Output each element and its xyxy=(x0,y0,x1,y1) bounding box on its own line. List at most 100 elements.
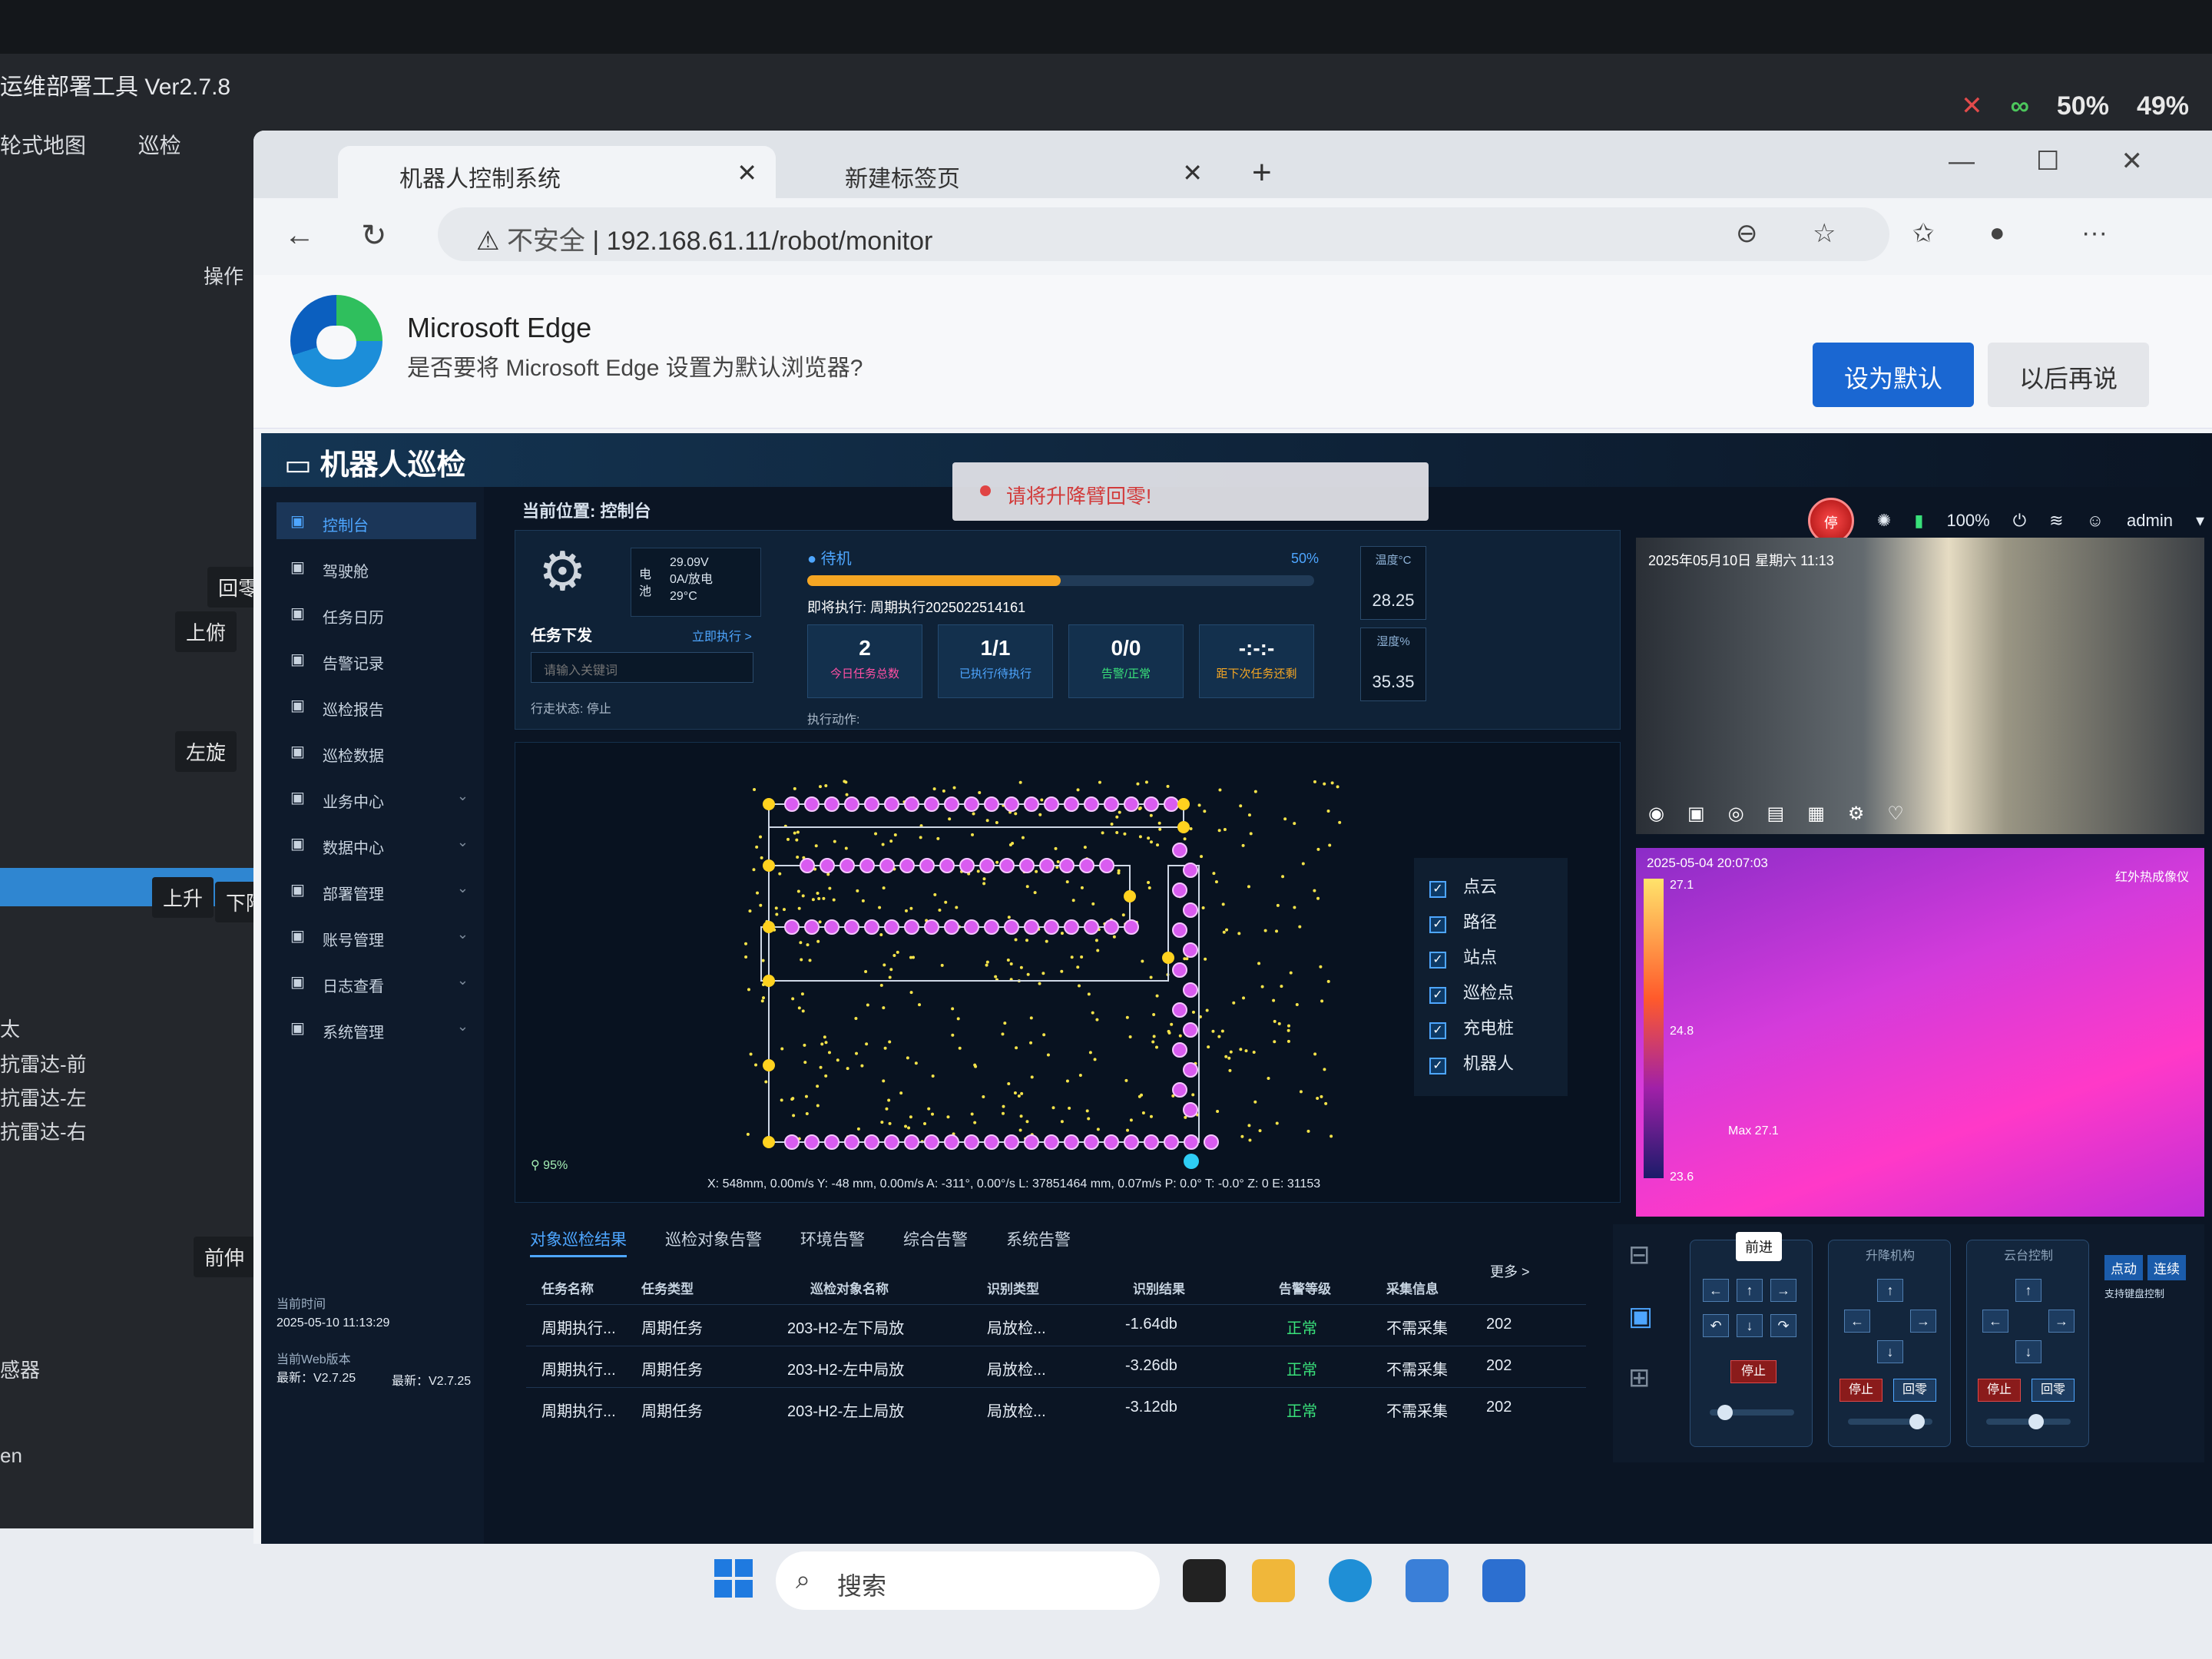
later-button[interactable]: 以后再说 xyxy=(1988,343,2149,407)
sidebar-item[interactable]: ▣ 巡检报告 xyxy=(276,687,476,724)
file-explorer-icon[interactable] xyxy=(1252,1559,1295,1602)
inspection-point[interactable] xyxy=(1144,796,1159,812)
chevron-down-icon[interactable]: ▾ xyxy=(2196,511,2204,531)
slider-knob[interactable] xyxy=(2028,1414,2044,1429)
inspection-point[interactable] xyxy=(899,858,915,873)
inspection-point[interactable] xyxy=(1104,796,1119,812)
inspection-point[interactable] xyxy=(1183,942,1198,958)
legend-checkbox[interactable]: ✓ xyxy=(1429,952,1446,969)
tilt-up-button-bg[interactable]: 上俯 xyxy=(175,611,237,652)
window-controls[interactable]: —☐✕ xyxy=(1949,146,2204,177)
inspection-point[interactable] xyxy=(1064,1134,1079,1150)
table-row[interactable]: 周期执行... 周期任务 203-H2-左下局放 局放检... -1.64db 正常 不需采… xyxy=(526,1304,1586,1344)
inspection-point[interactable] xyxy=(1044,1134,1059,1150)
station-point[interactable] xyxy=(763,975,775,987)
inspection-point[interactable] xyxy=(1183,982,1198,998)
inspection-point[interactable] xyxy=(804,1134,820,1150)
inspection-point[interactable] xyxy=(979,858,995,873)
inspection-point[interactable] xyxy=(939,858,955,873)
refresh-icon[interactable]: ↻ xyxy=(361,218,387,253)
inspection-point[interactable] xyxy=(944,1134,959,1150)
inspection-point[interactable] xyxy=(1059,858,1075,873)
ptz-right-arrow[interactable]: → xyxy=(2048,1310,2075,1333)
inspection-point[interactable] xyxy=(1019,858,1035,873)
close-tab-icon[interactable]: ✕ xyxy=(1182,158,1203,187)
inspection-point[interactable] xyxy=(964,796,979,812)
inspection-point[interactable] xyxy=(1024,919,1039,935)
lift-left-arrow[interactable]: ← xyxy=(1844,1310,1870,1333)
inspection-point[interactable] xyxy=(1124,796,1139,812)
station-point[interactable] xyxy=(763,921,775,933)
ptz-zero-button[interactable]: 回零 xyxy=(2032,1379,2075,1402)
inspection-point[interactable] xyxy=(924,796,939,812)
nav-map[interactable]: 轮式地图 xyxy=(0,134,86,157)
inspection-point[interactable] xyxy=(1164,1134,1179,1150)
inspection-point[interactable] xyxy=(904,919,919,935)
inspection-point[interactable] xyxy=(1024,796,1039,812)
set-default-button[interactable]: 设为默认 xyxy=(1813,343,1974,407)
monitor-icon[interactable]: ▣ xyxy=(1628,1301,1653,1332)
inspection-point[interactable] xyxy=(1099,858,1114,873)
inspection-point[interactable] xyxy=(1004,796,1019,812)
inspection-point[interactable] xyxy=(844,919,859,935)
lift-down-arrow[interactable]: ↓ xyxy=(1877,1340,1903,1363)
inspection-point[interactable] xyxy=(1204,1134,1219,1150)
sidebar-item[interactable]: ▣ 数据中心 ⌄ xyxy=(276,825,476,862)
legend-item[interactable]: ✓ 点云 xyxy=(1429,873,1497,898)
inspection-point[interactable] xyxy=(1183,1022,1198,1038)
inspection-point[interactable] xyxy=(879,858,895,873)
inspection-point[interactable] xyxy=(1183,902,1198,918)
inspection-point[interactable] xyxy=(964,1134,979,1150)
inspection-point[interactable] xyxy=(1144,1134,1159,1150)
sidebar-item[interactable]: ▣ 日志查看 ⌄ xyxy=(276,963,476,1000)
inspection-point[interactable] xyxy=(1184,1134,1199,1150)
emergency-stop-button[interactable]: 停 xyxy=(1807,498,1854,544)
inspection-point[interactable] xyxy=(1183,1102,1198,1118)
raise-button-bg[interactable]: 上升 xyxy=(152,877,214,918)
inspection-point[interactable] xyxy=(1172,922,1187,938)
inspection-point[interactable] xyxy=(1183,1062,1198,1078)
tab-2[interactable]: 环境告警 xyxy=(800,1231,865,1249)
station-point[interactable] xyxy=(763,1059,775,1071)
inspection-point[interactable] xyxy=(800,858,815,873)
app2-taskbar-icon[interactable] xyxy=(1482,1559,1525,1602)
inspection-point[interactable] xyxy=(884,796,899,812)
inspection-point[interactable] xyxy=(1172,882,1187,898)
inspection-point[interactable] xyxy=(1004,919,1019,935)
inspection-point[interactable] xyxy=(1124,1134,1139,1150)
legend-checkbox[interactable]: ✓ xyxy=(1429,987,1446,1004)
nav-patrol[interactable]: 巡检 xyxy=(138,134,181,157)
inspection-point[interactable] xyxy=(924,919,939,935)
inspection-point[interactable] xyxy=(804,796,820,812)
inspection-point[interactable] xyxy=(884,919,899,935)
inspection-point[interactable] xyxy=(1084,1134,1099,1150)
tab-3[interactable]: 综合告警 xyxy=(903,1231,968,1249)
slider-knob[interactable] xyxy=(1717,1405,1733,1420)
inspection-point[interactable] xyxy=(1024,1134,1039,1150)
station-point[interactable] xyxy=(763,1136,775,1148)
station-point[interactable] xyxy=(763,859,775,872)
inspection-point[interactable] xyxy=(1044,919,1059,935)
joystick-icon[interactable]: ⊞ xyxy=(1628,1363,1651,1393)
inspection-point[interactable] xyxy=(839,858,855,873)
sidebar-item[interactable]: ▣ 驾驶舱 xyxy=(276,548,476,585)
inspection-point[interactable] xyxy=(804,919,820,935)
station-point[interactable] xyxy=(1162,952,1174,964)
legend-item[interactable]: ✓ 充电桩 xyxy=(1429,1015,1514,1039)
inspection-point[interactable] xyxy=(1172,843,1187,858)
station-point[interactable] xyxy=(763,798,775,810)
inspection-point[interactable] xyxy=(1124,919,1139,935)
inspection-point[interactable] xyxy=(999,858,1015,873)
inspection-point[interactable] xyxy=(984,796,999,812)
inspection-point[interactable] xyxy=(1039,858,1055,873)
legend-checkbox[interactable]: ✓ xyxy=(1429,1058,1446,1075)
favorite-star-icon[interactable]: ☆ xyxy=(1813,218,1836,249)
more-icon[interactable]: ··· xyxy=(2081,218,2108,248)
tab-4[interactable]: 系统告警 xyxy=(1006,1231,1071,1249)
tab-new[interactable]: 新建标签页 ✕ xyxy=(783,146,1221,198)
ptz-slider[interactable] xyxy=(1986,1414,2071,1429)
point-mode-toggle[interactable]: 点动 连续 xyxy=(2104,1255,2190,1280)
inspection-point[interactable] xyxy=(784,919,800,935)
url-input[interactable]: ⚠ 不安全 | 192.168.61.11/robot/monitor xyxy=(438,207,1889,261)
inspection-point[interactable] xyxy=(1064,796,1079,812)
